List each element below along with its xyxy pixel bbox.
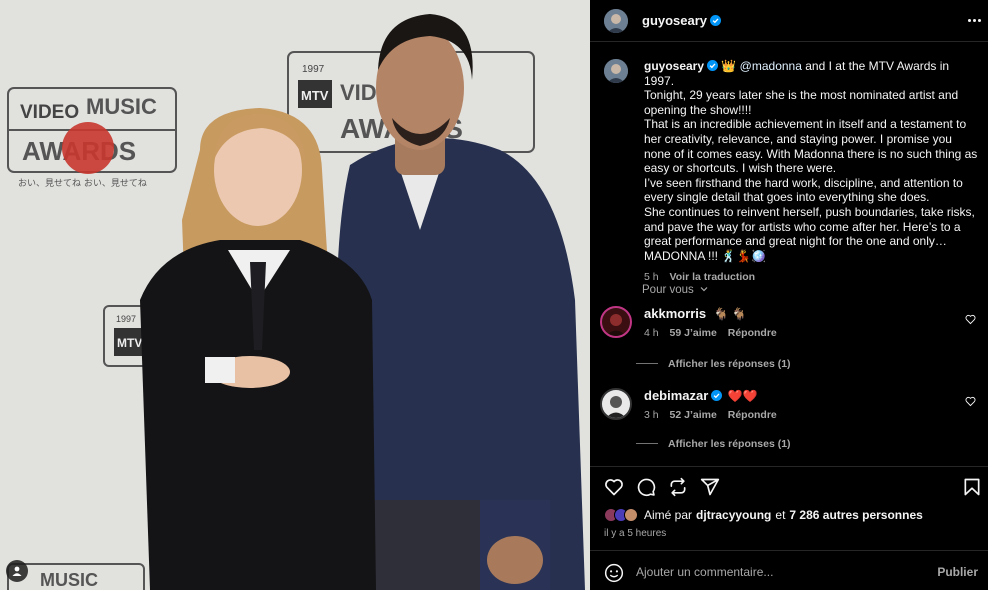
commenter-username[interactable]: debimazar xyxy=(644,388,708,403)
comment-text: 🐐 🐐 xyxy=(713,307,747,321)
liked-count[interactable]: 7 286 autres personnes xyxy=(789,508,922,522)
post-header: guyoseary xyxy=(590,0,988,42)
publish-button[interactable]: Publier xyxy=(937,565,978,579)
chevron-down-icon xyxy=(700,287,708,292)
caption-meta: 5 h Voir la traduction xyxy=(644,270,980,285)
likes-summary[interactable]: Aimé par djtracyyoung et 7 286 autres pe… xyxy=(604,508,923,522)
verified-icon xyxy=(707,60,719,71)
svg-text:1997: 1997 xyxy=(302,64,325,75)
reply-button[interactable]: Répondre xyxy=(728,327,777,339)
emoji-icon[interactable] xyxy=(604,563,624,583)
liked-user[interactable]: djtracyyoung xyxy=(696,508,771,522)
caption-username[interactable]: guyoseary xyxy=(644,59,704,73)
caption-line: Tonight, 29 years later she is the most … xyxy=(644,88,959,103)
liked-and: et xyxy=(775,508,786,522)
caption-line-0: guyoseary 👑 @madonna and I at the MTV Aw… xyxy=(644,59,980,88)
verified-icon xyxy=(710,15,722,26)
comment-icon[interactable] xyxy=(636,477,656,497)
mention-link[interactable]: @madonna xyxy=(740,59,802,73)
svg-text:おい、見せてね おい、見せてね: おい、見せてね おい、見せてね xyxy=(18,178,147,189)
action-bar xyxy=(590,466,988,506)
svg-text:MTV: MTV xyxy=(301,88,329,103)
add-comment-bar: Ajouter un commentaire... Publier xyxy=(590,550,988,590)
post-photo[interactable]: VIDEO MUSIC AWARDS おい、見せてね おい、見せてね 1997 … xyxy=(0,0,590,590)
comment-input[interactable]: Ajouter un commentaire... xyxy=(636,565,773,579)
svg-text:VIDEO: VIDEO xyxy=(20,102,79,123)
comment-meta: 4 h 59 J’aime Répondre xyxy=(644,327,777,339)
comment-time: 3 h xyxy=(644,409,659,421)
caption-avatar[interactable] xyxy=(604,59,628,83)
caption-line: opening the show!!!! xyxy=(644,102,752,117)
user-tag-icon xyxy=(12,566,22,576)
user-tag-button[interactable] xyxy=(6,560,28,582)
heart-icon[interactable] xyxy=(604,477,624,497)
caption-line: That is an incredible achievement in its… xyxy=(644,117,967,132)
share-icon[interactable] xyxy=(700,477,720,497)
photo-scene: VIDEO MUSIC AWARDS おい、見せてね おい、見せてね 1997 … xyxy=(0,0,590,590)
comment-likes[interactable]: 52 J’aime xyxy=(670,409,717,421)
verified-icon xyxy=(711,390,723,401)
caption-line: none of it comes easy. With Madonna ther… xyxy=(644,146,978,161)
comment-sort-dropdown[interactable]: Pour vous xyxy=(642,284,709,296)
repost-icon[interactable] xyxy=(668,477,688,497)
view-replies-button[interactable]: Afficher les réponses (1) xyxy=(636,438,791,450)
caption-line: MADONNA !!! 🕺💃🪩 xyxy=(644,248,767,263)
comment-like-icon[interactable] xyxy=(965,396,976,407)
translate-link[interactable]: Voir la traduction xyxy=(670,271,756,283)
caption-line: every single detail that goes into every… xyxy=(644,190,930,205)
caption-line: I’ve seen firsthand the hard work, disci… xyxy=(644,175,963,190)
caption-line: She continues to reinvent herself, push … xyxy=(644,204,975,219)
liked-prefix: Aimé par xyxy=(644,508,693,522)
comment-time: 4 h xyxy=(644,327,659,339)
comment-body: akkmorris 🐐 🐐 4 h 59 J’aime Répondre xyxy=(644,306,777,339)
caption-line: her creativity, relevance, and staying p… xyxy=(644,131,952,146)
liker-avatars xyxy=(604,508,638,522)
comment-sort-label: Pour vous xyxy=(642,284,694,296)
view-replies-label: Afficher les réponses (1) xyxy=(668,358,791,370)
caption-line: and pave the way for artists who come af… xyxy=(644,219,961,234)
svg-text:MUSIC: MUSIC xyxy=(40,570,98,590)
caption-line: easy or shortcuts. I wish there were. xyxy=(644,161,837,176)
view-replies-label: Afficher les réponses (1) xyxy=(668,438,791,450)
crown-emoji: 👑 xyxy=(721,59,737,73)
commenter-avatar[interactable] xyxy=(600,388,632,420)
post-timestamp: il y a 5 heures xyxy=(604,528,667,539)
post-side-panel: guyoseary guyoseary 👑 @madonna and I at … xyxy=(590,0,988,590)
comment-body: debimazar ❤️❤️ 3 h 52 J’aime Répondre xyxy=(644,388,777,421)
caption-line: great performance and great night for th… xyxy=(644,234,947,249)
svg-text:MUSIC: MUSIC xyxy=(86,94,157,119)
commenter-avatar[interactable] xyxy=(600,306,632,338)
comment-meta: 3 h 52 J’aime Répondre xyxy=(644,409,777,421)
svg-text:1997: 1997 xyxy=(116,314,136,324)
comment-like-icon[interactable] xyxy=(965,314,976,325)
bookmark-icon[interactable] xyxy=(962,477,982,497)
view-replies-button[interactable]: Afficher les réponses (1) xyxy=(636,358,791,370)
more-icon xyxy=(968,18,971,22)
commenter-username[interactable]: akkmorris xyxy=(644,306,706,321)
author-avatar[interactable] xyxy=(604,9,628,33)
more-options-button[interactable] xyxy=(968,12,982,28)
caption-text: guyoseary 👑 @madonna and I at the MTV Aw… xyxy=(644,59,980,285)
comment-likes[interactable]: 59 J’aime xyxy=(670,327,717,339)
author-username[interactable]: guyoseary xyxy=(642,13,722,28)
reply-button[interactable]: Répondre xyxy=(728,409,777,421)
caption-time: 5 h xyxy=(644,271,659,284)
comment-text: ❤️❤️ xyxy=(727,389,758,403)
svg-text:MTV: MTV xyxy=(117,336,142,350)
